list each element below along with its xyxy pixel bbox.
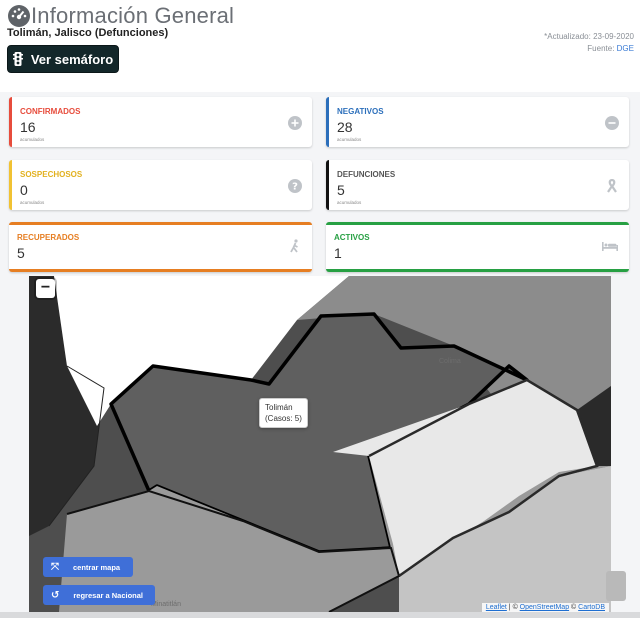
card-negativos: NEGATIVOS 28 acumulados	[326, 97, 629, 147]
card-sublabel: acumulados	[20, 137, 45, 142]
card-confirmados: CONFIRMADOS 16 acumulados	[9, 97, 312, 147]
minus-circle-icon	[605, 116, 619, 130]
undo-icon: ↺	[51, 589, 60, 601]
map-tooltip: Tolimán (Casos: 5)	[259, 398, 308, 428]
source-line: Fuente: DGE	[544, 43, 634, 55]
card-label: SOSPECHOSOS	[20, 170, 83, 179]
card-value: 5	[17, 245, 25, 261]
semaforo-button[interactable]: Ver semáforo	[7, 45, 119, 73]
page-title: Información General	[31, 3, 235, 28]
plus-circle-icon	[288, 116, 302, 130]
walking-icon	[290, 239, 298, 253]
source-label: Fuente:	[587, 44, 615, 53]
source-link[interactable]: DGE	[617, 44, 634, 53]
card-sospechosos: SOSPECHOSOS 0 acumulados ?	[9, 160, 312, 210]
leaflet-link[interactable]: Leaflet	[486, 604, 507, 611]
place-label-minatitlan: Minatitlán	[151, 601, 181, 608]
osm-link[interactable]: OpenStreetMap	[520, 604, 569, 611]
back-to-national-button[interactable]: ↺ regresar a Nacional	[43, 585, 155, 605]
card-sublabel: acumulados	[20, 200, 45, 205]
updated-date: *Actualizado: 23-09-2020	[544, 32, 634, 41]
update-info: *Actualizado: 23-09-2020 Fuente: DGE	[544, 31, 634, 55]
card-label: DEFUNCIONES	[337, 170, 396, 179]
question-circle-icon: ?	[288, 179, 302, 193]
card-value: 28	[337, 119, 353, 135]
card-label: NEGATIVOS	[337, 107, 384, 116]
semaforo-button-label: Ver semáforo	[30, 51, 114, 67]
center-map-label: centrar mapa	[73, 562, 121, 572]
map[interactable]: − Tolimán (Casos: 5) Colima Minatitlán ⤧…	[29, 276, 611, 612]
card-label: CONFIRMADOS	[20, 107, 81, 116]
compress-icon: ⤧	[51, 561, 59, 573]
card-value: 5	[337, 182, 345, 198]
location-subtitle: Tolimán, Jalisco (Defunciones)	[7, 27, 169, 39]
tooltip-name: Tolimán	[265, 403, 293, 412]
attribution-sep: | ©	[506, 604, 520, 611]
card-value: 1	[334, 245, 342, 261]
stats-cards: CONFIRMADOS 16 acumulados NEGATIVOS 28 a…	[0, 92, 640, 278]
bed-icon	[602, 242, 618, 251]
carto-link[interactable]: CartoDB	[578, 604, 605, 611]
header: Información General Tolimán, Jalisco (De…	[0, 0, 640, 92]
card-recuperados: RECUPERADOS 5	[9, 222, 312, 272]
card-value: 0	[20, 182, 28, 198]
card-sublabel: acumulados	[337, 137, 362, 142]
svg-text:?: ?	[292, 182, 298, 193]
zoom-out-button[interactable]: −	[36, 279, 55, 298]
attribution-sep2: ©	[569, 604, 579, 611]
horizontal-scrollbar[interactable]	[0, 612, 640, 618]
traffic-light-icon	[12, 52, 23, 66]
place-label-colima: Colima	[439, 358, 461, 365]
ribbon-icon	[607, 179, 617, 193]
tachometer-icon	[8, 5, 30, 27]
card-defunciones: DEFUNCIONES 5 acumulados	[326, 160, 629, 210]
card-label: RECUPERADOS	[17, 233, 80, 242]
card-sublabel: acumulados	[337, 200, 362, 205]
card-activos: ACTIVOS 1	[326, 222, 629, 272]
scroll-top-button[interactable]	[606, 571, 626, 601]
tooltip-cases: (Casos: 5)	[265, 414, 302, 423]
card-label: ACTIVOS	[334, 233, 370, 242]
map-attribution: Leaflet | © OpenStreetMap © CartoDB	[481, 603, 609, 612]
card-value: 16	[20, 119, 36, 135]
center-map-button[interactable]: ⤧ centrar mapa	[43, 557, 133, 577]
back-to-national-label: regresar a Nacional	[73, 590, 144, 600]
title-row: Información General	[7, 3, 234, 29]
